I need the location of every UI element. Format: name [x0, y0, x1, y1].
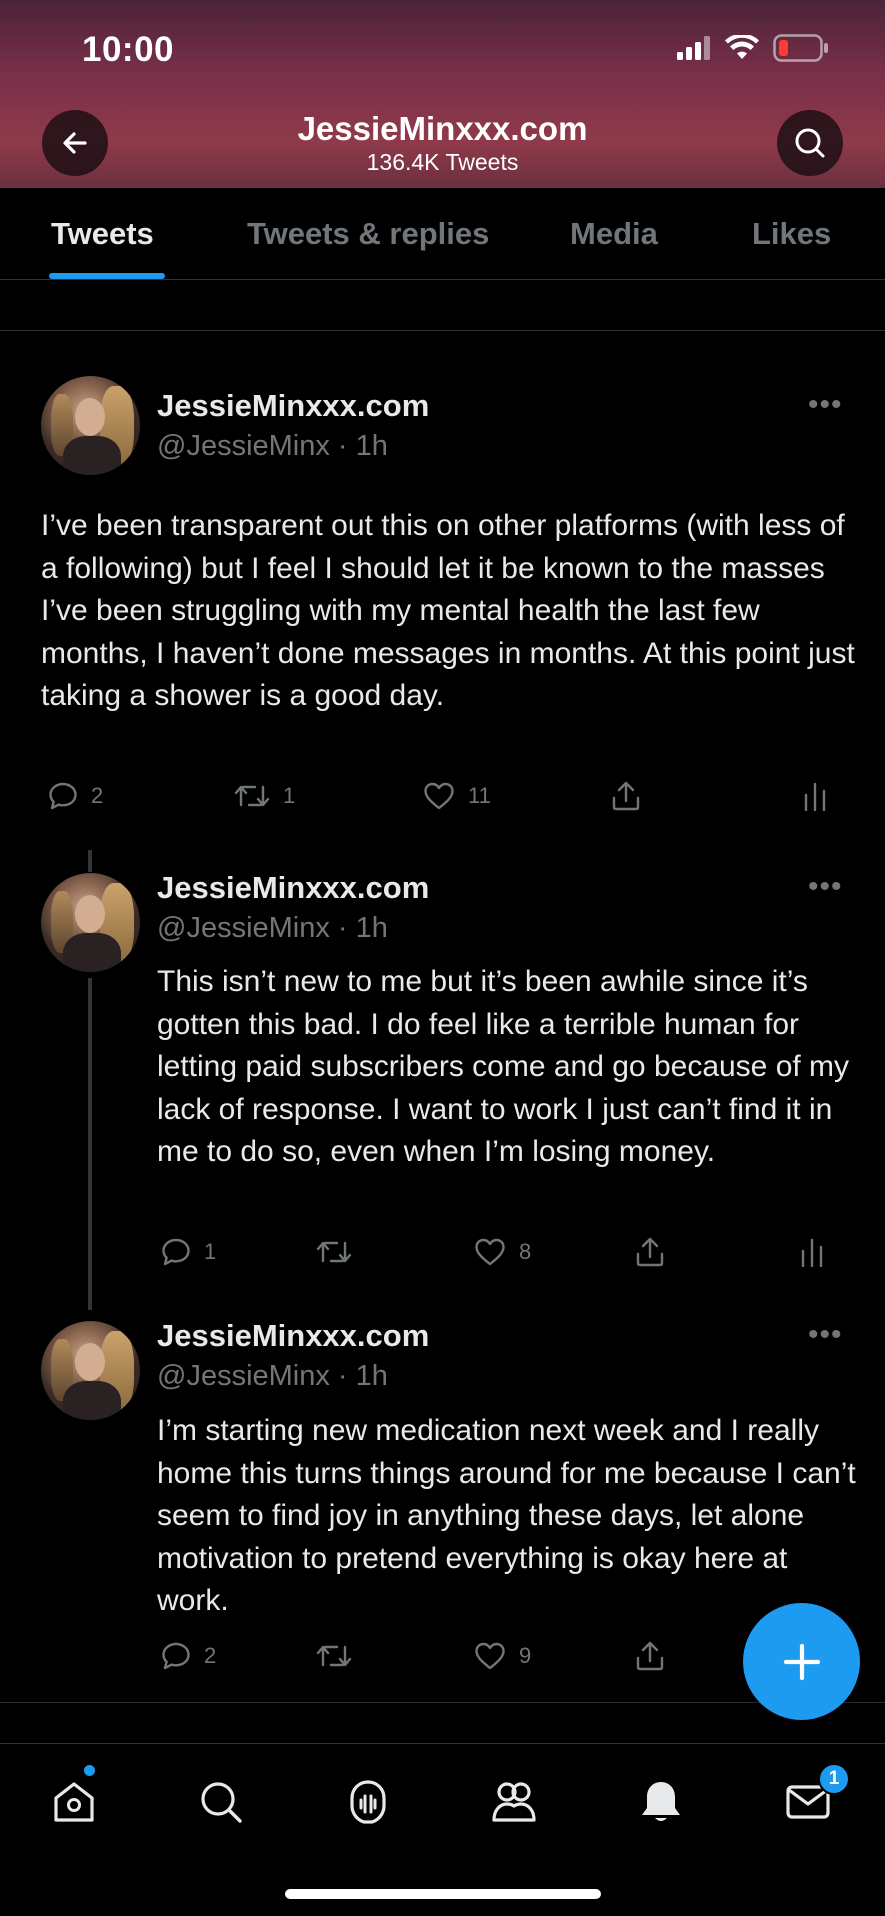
- status-icons: [677, 34, 829, 62]
- like-icon: [475, 1238, 505, 1266]
- nav-notifications[interactable]: [631, 1772, 691, 1832]
- tweet-author-handle[interactable]: @JessieMinx · 1h: [157, 1360, 388, 1393]
- more-options-icon[interactable]: •••: [808, 1318, 843, 1352]
- share-icon: [636, 1237, 664, 1267]
- reply-icon: [49, 782, 77, 810]
- tweet-author-name[interactable]: JessieMinxxx.com: [157, 388, 429, 424]
- reply-count: 2: [91, 783, 104, 808]
- wifi-icon: [725, 35, 759, 59]
- reply-button[interactable]: 2: [160, 1640, 216, 1672]
- signal-icon: [677, 36, 710, 60]
- thread-line: [88, 978, 92, 1310]
- search-button[interactable]: [777, 110, 843, 176]
- like-count: 8: [519, 1239, 532, 1264]
- more-options-icon[interactable]: •••: [808, 870, 843, 904]
- retweet-icon: [316, 1241, 352, 1263]
- battery-icon: [773, 34, 828, 62]
- profile-tabs: Tweets Tweets & replies Media Likes: [0, 188, 885, 280]
- tweet-count: 136.4K Tweets: [366, 149, 519, 175]
- spaces-icon: [350, 1780, 386, 1824]
- analytics-button[interactable]: [802, 781, 828, 811]
- tweet-author-handle[interactable]: @JessieMinx · 1h: [157, 912, 388, 945]
- messages-badge: 1: [818, 1763, 850, 1795]
- avatar[interactable]: [41, 1321, 140, 1420]
- like-button[interactable]: 11: [422, 780, 491, 812]
- notifications-icon: [642, 1782, 680, 1821]
- nav-spaces[interactable]: [338, 1772, 398, 1832]
- tab-tweets-replies[interactable]: Tweets & replies: [247, 216, 489, 252]
- tab-media[interactable]: Media: [570, 216, 658, 252]
- search-icon: [795, 128, 825, 158]
- reply-count: 1: [204, 1239, 217, 1264]
- retweet-button[interactable]: 1: [233, 780, 295, 812]
- like-count: 11: [468, 783, 491, 808]
- nav-explore[interactable]: [191, 1772, 251, 1832]
- tweet-text: I’m starting new medication next week an…: [157, 1414, 856, 1617]
- share-button[interactable]: [609, 779, 643, 813]
- explore-icon: [201, 1782, 242, 1823]
- status-time: 10:00: [82, 30, 175, 69]
- analytics-icon: [804, 782, 826, 811]
- compose-tweet-button[interactable]: [743, 1603, 860, 1720]
- like-count: 9: [519, 1643, 532, 1668]
- thread-connector: [88, 850, 92, 872]
- reply-button[interactable]: 1: [160, 1236, 216, 1268]
- home-indicator: [285, 1889, 601, 1899]
- retweet-icon: [316, 1645, 352, 1667]
- communities-icon: [492, 1782, 536, 1822]
- retweet-button[interactable]: [315, 1640, 365, 1672]
- nav-home[interactable]: [44, 1772, 104, 1832]
- tweet-author-handle[interactable]: @JessieMinx · 1h: [157, 430, 388, 463]
- share-icon: [636, 1641, 664, 1671]
- divider: [0, 1702, 885, 1703]
- like-icon: [475, 1642, 505, 1670]
- tweet-text: This isn’t new to me but it’s been awhil…: [157, 965, 850, 1168]
- analytics-icon: [801, 1238, 823, 1267]
- profile-header: 10:00 JessieMinxxx.com 136.4K Tweets: [0, 0, 885, 188]
- profile-title: JessieMinxxx.com: [297, 110, 588, 147]
- avatar[interactable]: [41, 873, 140, 972]
- retweet-count: 1: [283, 783, 296, 808]
- active-tab-indicator: [49, 273, 165, 279]
- reply-icon: [162, 1238, 190, 1266]
- avatar[interactable]: [41, 376, 140, 475]
- reply-button[interactable]: 2: [47, 780, 103, 812]
- tweet-text: I’ve been transparent out this on other …: [41, 509, 855, 712]
- tweet-author-name[interactable]: JessieMinxxx.com: [157, 870, 429, 906]
- like-icon: [424, 782, 454, 810]
- retweet-button[interactable]: [315, 1236, 365, 1268]
- analytics-button[interactable]: [799, 1237, 825, 1267]
- compose-icon: [783, 1643, 820, 1680]
- tab-tweets[interactable]: Tweets: [51, 216, 154, 252]
- reply-icon: [162, 1642, 190, 1670]
- like-button[interactable]: 9: [473, 1640, 531, 1672]
- reply-count: 2: [204, 1643, 217, 1668]
- divider: [0, 330, 885, 331]
- home-icon: [54, 1782, 94, 1822]
- share-button[interactable]: [633, 1235, 667, 1269]
- more-options-icon[interactable]: •••: [808, 388, 843, 422]
- share-icon: [612, 781, 640, 811]
- retweet-icon: [234, 785, 270, 807]
- like-button[interactable]: 8: [473, 1236, 531, 1268]
- tab-likes[interactable]: Likes: [752, 216, 831, 252]
- nav-communities[interactable]: [484, 1772, 544, 1832]
- tweet-author-name[interactable]: JessieMinxxx.com: [157, 1318, 429, 1354]
- share-button[interactable]: [633, 1639, 667, 1673]
